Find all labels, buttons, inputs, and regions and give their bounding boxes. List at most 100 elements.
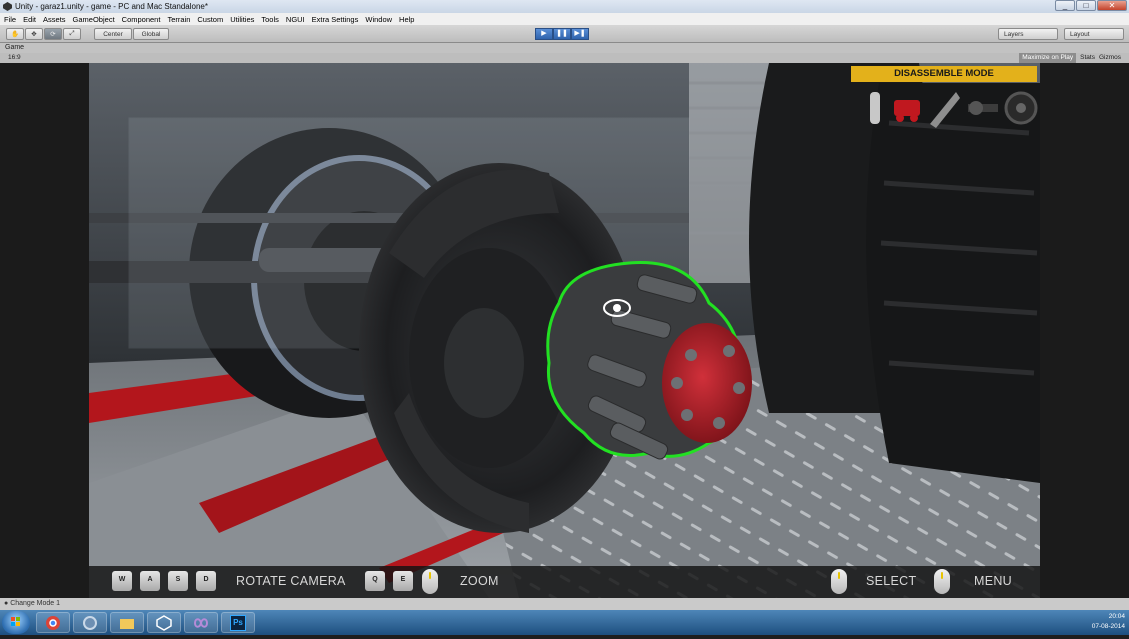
maximize-on-play-toggle[interactable]: Maximize on Play xyxy=(1019,53,1077,63)
garage-scene xyxy=(89,63,1040,598)
mode-suspension-button[interactable] xyxy=(966,90,1000,126)
truck-red-icon xyxy=(894,100,920,122)
key-w: W xyxy=(112,571,132,591)
taskbar-settings[interactable] xyxy=(73,612,107,633)
editor-toolbar: ✋ ✥ ⟳ ⤢ Center Global ▶ ❚❚ ▶❚ Layers Lay… xyxy=(0,25,1129,43)
layout-label: Layout xyxy=(1070,30,1090,38)
letterbox-left xyxy=(0,63,89,598)
step-button[interactable]: ▶❚ xyxy=(571,28,589,40)
menu-edit[interactable]: Edit xyxy=(23,15,36,24)
menu-file[interactable]: File xyxy=(4,15,16,24)
mode-inspect-button[interactable] xyxy=(862,90,888,126)
pivot-global-toggle[interactable]: Global xyxy=(133,28,169,40)
controls-hud: W A S D ROTATE CAMERA Q E ZOOM SELECT ME… xyxy=(89,566,1040,598)
mode-disassemble-button[interactable] xyxy=(892,90,922,126)
pause-button[interactable]: ❚❚ xyxy=(553,28,571,40)
step-icon: ▶❚ xyxy=(574,30,586,37)
windows-taskbar: Ps 20:04 07-08-2014 xyxy=(0,610,1129,635)
menu-window[interactable]: Window xyxy=(365,15,392,24)
window-titlebar: Unity - garaz1.unity - game - PC and Mac… xyxy=(0,0,1129,13)
layers-label: Layers xyxy=(1004,30,1024,38)
key-d: D xyxy=(196,571,216,591)
minimize-button[interactable]: _ xyxy=(1055,0,1075,11)
menu-ngui[interactable]: NGUI xyxy=(286,15,305,24)
key-e: E xyxy=(393,571,413,591)
hand-tool-button[interactable]: ✋ xyxy=(6,28,24,40)
key-q: Q xyxy=(365,571,385,591)
play-controls: ▶ ❚❚ ▶❚ xyxy=(535,28,589,40)
clock-time: 20:04 xyxy=(1108,613,1125,620)
info-icon: ● xyxy=(4,600,9,607)
menu-custom[interactable]: Custom xyxy=(197,15,223,24)
mode-selector xyxy=(862,84,1038,132)
rotate-tool-button[interactable]: ⟳ xyxy=(44,28,62,40)
taskbar-unity[interactable] xyxy=(147,612,181,633)
mode-wheel-button[interactable] xyxy=(1004,90,1038,126)
zoom-label: ZOOM xyxy=(460,574,499,588)
menu-extra-settings[interactable]: Extra Settings xyxy=(312,15,359,24)
play-button[interactable]: ▶ xyxy=(535,28,553,40)
menu-utilities[interactable]: Utilities xyxy=(230,15,254,24)
key-s: S xyxy=(168,571,188,591)
menu-tools[interactable]: Tools xyxy=(261,15,279,24)
key-a: A xyxy=(140,571,160,591)
mouse-scroll-icon xyxy=(422,569,438,594)
game-tab[interactable]: Game xyxy=(0,43,1129,53)
move-icon: ✥ xyxy=(31,31,37,38)
aspect-dropdown[interactable]: 16:9 xyxy=(8,53,21,63)
close-button[interactable]: ✕ xyxy=(1097,0,1127,11)
clock-date: 07-08-2014 xyxy=(1091,623,1125,630)
menu-bar: File Edit Assets GameObject Component Te… xyxy=(0,13,1129,25)
menu-gameobject[interactable]: GameObject xyxy=(73,15,115,24)
chassis-icon xyxy=(930,92,960,128)
menu-label: MENU xyxy=(974,574,1013,588)
scale-tool-button[interactable]: ⤢ xyxy=(63,28,81,40)
infinity-icon xyxy=(193,617,209,628)
system-tray[interactable]: 20:04 07-08-2014 xyxy=(1092,612,1125,632)
layout-dropdown[interactable]: Layout xyxy=(1064,28,1124,40)
windows-logo-icon xyxy=(11,617,20,626)
menu-assets[interactable]: Assets xyxy=(43,15,66,24)
menu-help[interactable]: Help xyxy=(399,15,414,24)
photoshop-icon: Ps xyxy=(230,614,246,631)
maximize-button[interactable]: □ xyxy=(1076,0,1096,11)
hand-icon: ✋ xyxy=(10,31,20,38)
stats-toggle[interactable]: Stats xyxy=(1080,53,1095,63)
menu-terrain[interactable]: Terrain xyxy=(167,15,190,24)
scale-icon: ⤢ xyxy=(69,30,75,37)
taskbar-visual-studio[interactable] xyxy=(184,612,218,633)
menu-component[interactable]: Component xyxy=(122,15,161,24)
move-tool-button[interactable]: ✥ xyxy=(25,28,43,40)
game-tab-label: Game xyxy=(5,44,25,51)
pivot-center-toggle[interactable]: Center xyxy=(94,28,132,40)
rotate-icon: ⟳ xyxy=(50,31,56,38)
gizmos-dropdown[interactable]: Gizmos xyxy=(1099,53,1121,63)
rotate-camera-label: ROTATE CAMERA xyxy=(236,574,346,588)
letterbox-right xyxy=(1040,63,1129,598)
start-button[interactable] xyxy=(2,611,30,634)
unity-logo-icon xyxy=(3,2,12,11)
taskbar-photoshop[interactable]: Ps xyxy=(221,612,255,633)
layers-dropdown[interactable]: Layers xyxy=(998,28,1058,40)
suspension-icon xyxy=(968,101,998,115)
gear-icon xyxy=(83,615,97,630)
chrome-icon xyxy=(46,615,60,630)
mode-banner: DISASSEMBLE MODE xyxy=(851,66,1037,82)
pause-icon: ❚❚ xyxy=(556,30,568,37)
taskbar-chrome[interactable] xyxy=(36,612,70,633)
mouse-right-click-icon xyxy=(934,569,950,594)
status-message: Change Mode 1 xyxy=(10,600,61,607)
mouse-left-click-icon xyxy=(831,569,847,594)
wheel-icon xyxy=(1004,91,1038,125)
editor-status-bar: ● Change Mode 1 xyxy=(0,598,1129,610)
mode-chassis-button[interactable] xyxy=(926,88,962,128)
game-view-bar: 16:9 Maximize on Play Stats Gizmos xyxy=(0,53,1129,63)
folder-icon xyxy=(120,618,134,629)
unity-icon xyxy=(156,614,172,631)
wrench-icon xyxy=(870,92,880,124)
window-title: Unity - garaz1.unity - game - PC and Mac… xyxy=(15,2,208,11)
game-viewport[interactable] xyxy=(89,63,1040,598)
play-icon: ▶ xyxy=(541,30,547,37)
select-label: SELECT xyxy=(866,574,917,588)
taskbar-explorer[interactable] xyxy=(110,612,144,633)
